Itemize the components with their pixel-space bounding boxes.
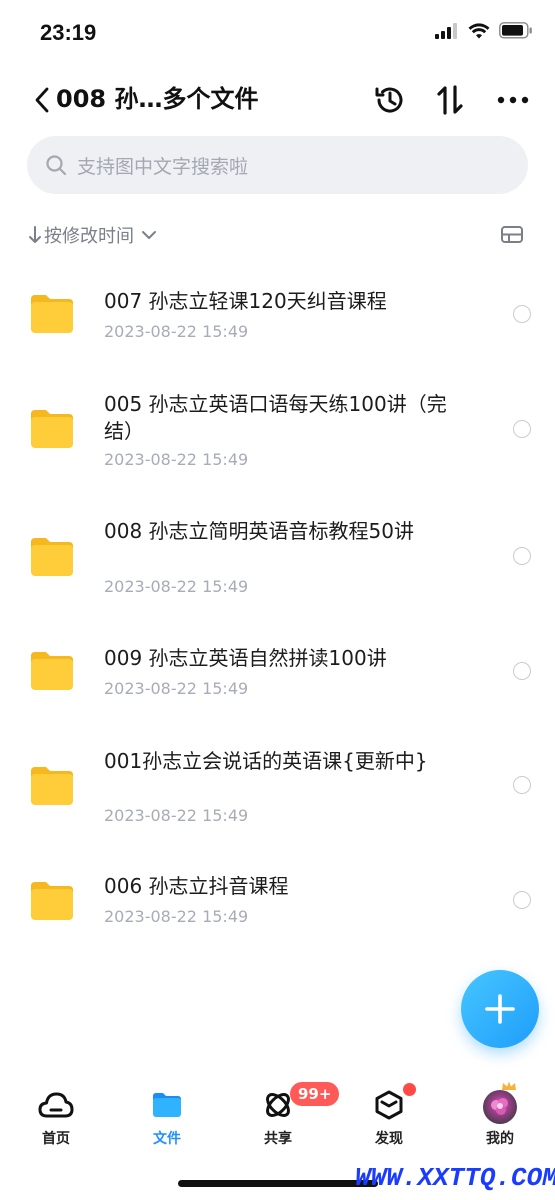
- folder-icon: [31, 882, 73, 920]
- file-name: 007 孙志立轻课120天纠音课程: [104, 289, 387, 313]
- file-date: 2023-08-22 15:49: [104, 806, 249, 825]
- page-title: 008 孙…多个文件: [56, 85, 259, 113]
- status-icons: [435, 22, 533, 39]
- folder-icon: [31, 652, 73, 690]
- status-bar: 23:19: [0, 0, 555, 66]
- select-radio[interactable]: [513, 420, 531, 438]
- more-button[interactable]: [491, 78, 535, 122]
- select-radio[interactable]: [513, 305, 531, 323]
- file-date: 2023-08-22 15:49: [104, 322, 249, 341]
- plus-icon: [485, 994, 515, 1024]
- search-placeholder: 支持图中文字搜索啦: [77, 155, 249, 178]
- file-date: 2023-08-22 15:49: [104, 450, 249, 469]
- list-item[interactable]: 007 孙志立轻课120天纠音课程 2023-08-22 15:49: [0, 275, 555, 375]
- file-date: 2023-08-22 15:49: [104, 577, 249, 596]
- sort-selector[interactable]: 按修改时间: [28, 222, 158, 248]
- tab-label: 我的: [486, 1131, 514, 1147]
- sort-label: 按修改时间: [44, 226, 134, 247]
- search-input[interactable]: 支持图中文字搜索啦: [27, 136, 528, 194]
- tab-label: 首页: [42, 1131, 70, 1147]
- cube-icon: [375, 1090, 403, 1120]
- file-date: 2023-08-22 15:49: [104, 679, 249, 698]
- wifi-icon: [468, 22, 490, 38]
- list-item[interactable]: 005 孙志立英语口语每天练100讲（完结） 2023-08-22 15:49: [0, 380, 555, 500]
- crown-icon: [502, 1081, 516, 1090]
- folder-icon: [31, 538, 73, 576]
- add-button[interactable]: [461, 970, 539, 1048]
- tab-label: 发现: [375, 1131, 403, 1147]
- folder-icon: [153, 1093, 181, 1117]
- arrow-down-icon: [29, 226, 41, 243]
- select-radio[interactable]: [513, 662, 531, 680]
- tab-files[interactable]: 文件: [122, 1080, 212, 1152]
- file-date: 2023-08-22 15:49: [104, 907, 249, 926]
- status-time: 23:19: [40, 20, 97, 45]
- folder-icon: [31, 767, 73, 805]
- list-item[interactable]: 008 孙志立简明英语音标教程50讲 2023-08-22 15:49: [0, 508, 555, 628]
- header: 008 孙…多个文件: [0, 72, 555, 128]
- select-radio[interactable]: [513, 776, 531, 794]
- tab-label: 文件: [153, 1131, 181, 1147]
- file-name: 008 孙志立简明英语音标教程50讲: [104, 519, 414, 543]
- history-icon: [375, 87, 403, 113]
- chevron-left-icon: [35, 87, 49, 113]
- flower-icon: [491, 1098, 508, 1115]
- tab-discover[interactable]: 发现: [344, 1080, 434, 1152]
- folder-icon: [31, 295, 73, 333]
- file-name: 006 孙志立抖音课程: [104, 874, 289, 898]
- sort-row: 按修改时间: [28, 220, 528, 250]
- discover-dot-badge: [403, 1083, 416, 1096]
- history-button[interactable]: [368, 78, 412, 122]
- home-indicator: [178, 1180, 378, 1187]
- watermark: WWW.XXTTQ.COM: [355, 1163, 555, 1193]
- tab-home[interactable]: 首页: [11, 1080, 101, 1152]
- tab-bar: 首页 文件 共享 发现 我的: [0, 1080, 555, 1160]
- list-item[interactable]: 001孙志立会说话的英语课{更新中} 2023-08-22 15:49: [0, 740, 555, 860]
- more-dots-icon: [497, 96, 529, 104]
- tab-label: 共享: [264, 1131, 292, 1147]
- view-mode-icon[interactable]: [500, 224, 524, 246]
- share-badge: 99+: [290, 1082, 340, 1106]
- back-button[interactable]: [28, 82, 56, 118]
- select-radio[interactable]: [513, 891, 531, 909]
- chevron-down-icon: [142, 231, 156, 239]
- battery-icon: [499, 22, 532, 39]
- cloud-icon: [38, 1092, 74, 1118]
- file-name: 009 孙志立英语自然拼读100讲: [104, 646, 387, 670]
- select-radio[interactable]: [513, 547, 531, 565]
- list-item[interactable]: 009 孙志立英语自然拼读100讲 2023-08-22 15:49: [0, 635, 555, 735]
- file-name: 001孙志立会说话的英语课{更新中}: [104, 749, 428, 773]
- file-name: 005 孙志立英语口语每天练100讲（完结）: [104, 392, 447, 443]
- search-icon: [46, 155, 67, 176]
- cellular-signal-icon: [435, 22, 457, 39]
- avatar[interactable]: [483, 1090, 517, 1124]
- sort-button[interactable]: [428, 78, 472, 122]
- list-item[interactable]: 006 孙志立抖音课程 2023-08-22 15:49: [0, 865, 555, 965]
- sort-arrows-icon: [437, 85, 463, 115]
- folder-icon: [31, 410, 73, 448]
